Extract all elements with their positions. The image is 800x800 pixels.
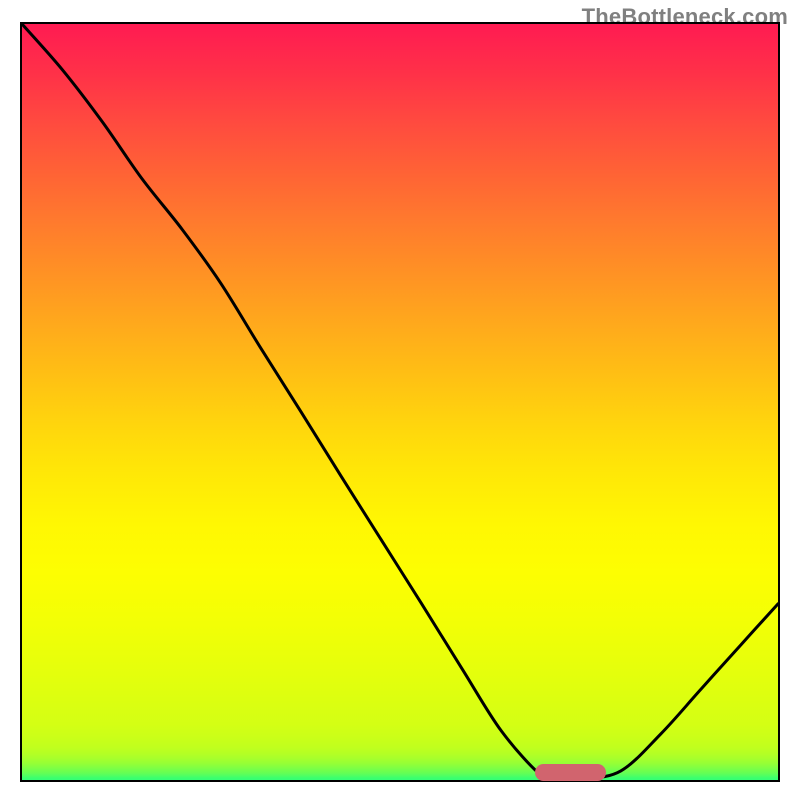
curve-layer — [22, 24, 778, 780]
bottleneck-curve-path — [22, 24, 778, 780]
optimum-marker — [535, 764, 606, 781]
chart-stage: TheBottleneck.com — [0, 0, 800, 800]
plot-area — [20, 22, 780, 782]
